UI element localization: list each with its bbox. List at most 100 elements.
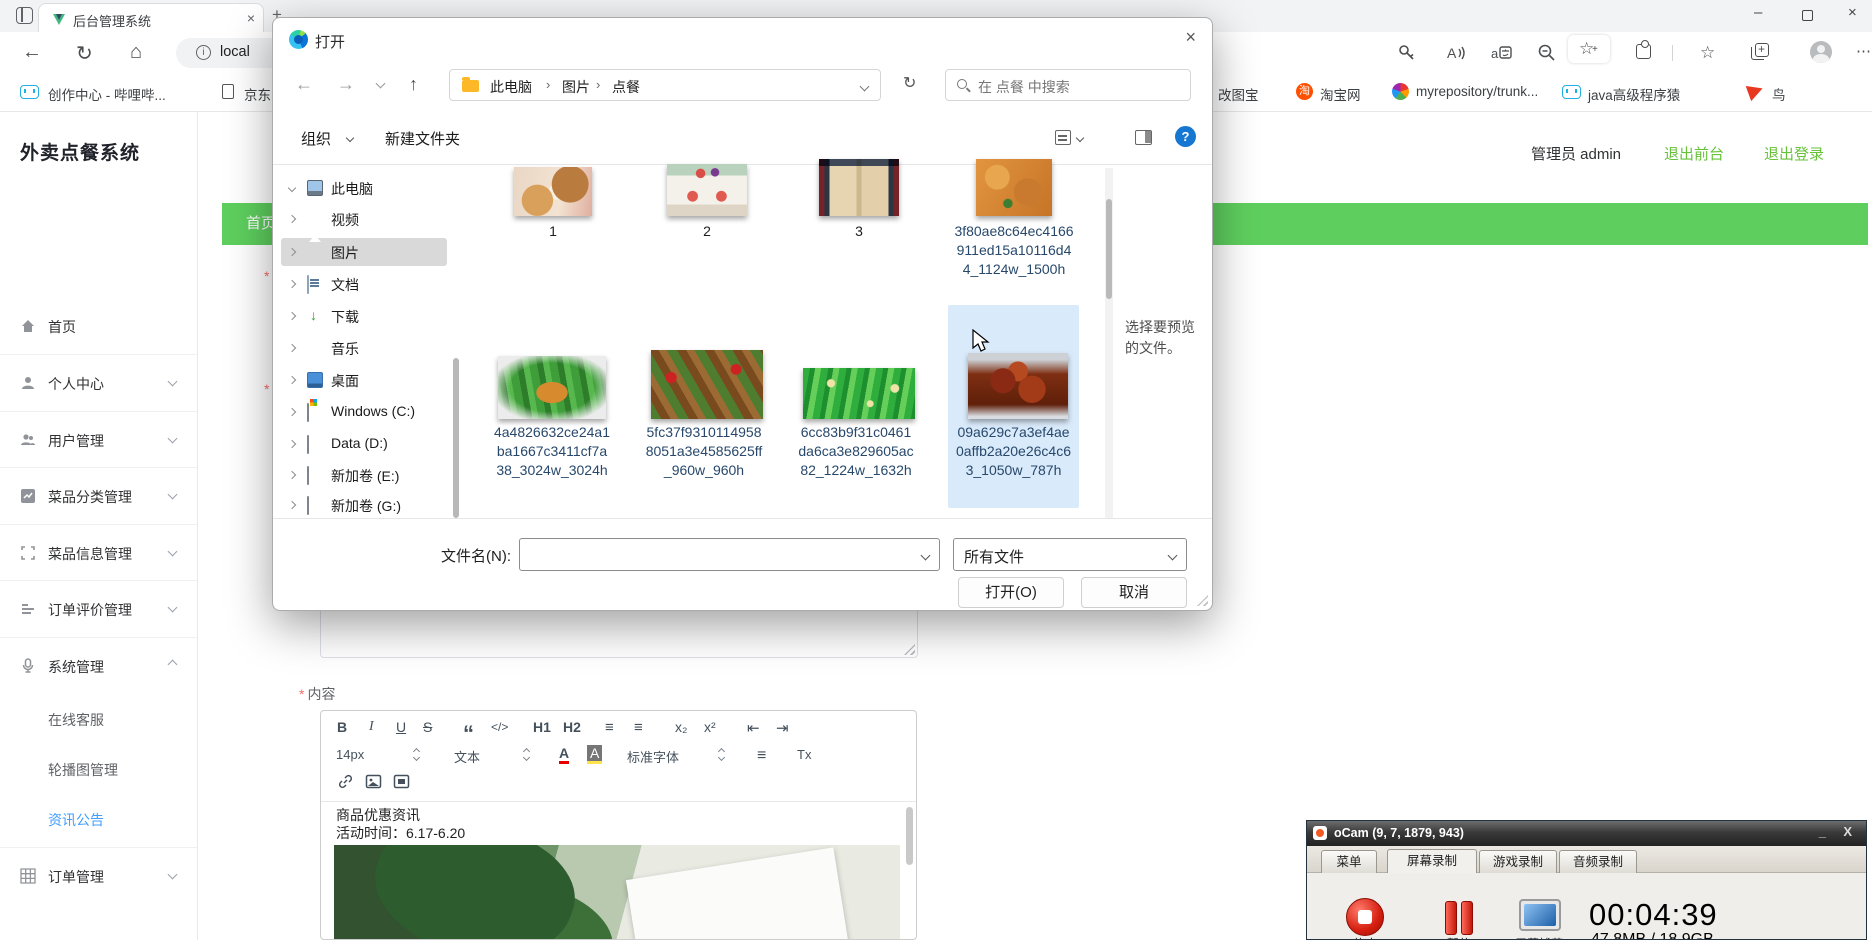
chevron-collapsed-icon[interactable] — [287, 500, 297, 510]
subscript-button[interactable]: x₂ — [675, 719, 687, 735]
profile-avatar[interactable] — [1810, 41, 1832, 63]
tab-close-icon[interactable]: × — [247, 10, 255, 26]
tree-item-documents[interactable]: 文档 — [281, 270, 447, 298]
breadcrumb-diancan[interactable]: 点餐 — [612, 77, 640, 97]
sidebar-item-dish-category[interactable]: 菜品分类管理 — [0, 467, 198, 523]
h1-button[interactable]: H1 — [533, 719, 551, 735]
add-favorite-pill[interactable]: ☆ + — [1568, 35, 1610, 63]
more-menu-icon[interactable]: ⋯ — [1856, 42, 1871, 60]
sidebar-subitem-carousel[interactable]: 轮播图管理 — [48, 760, 118, 780]
exit-front-link[interactable]: 退出前台 — [1664, 143, 1724, 164]
dialog-refresh-icon[interactable]: ↻ — [903, 73, 916, 93]
filename-combobox[interactable] — [519, 538, 940, 571]
change-view-icon[interactable] — [1055, 130, 1071, 145]
file-thumbnail[interactable] — [968, 353, 1068, 419]
collections-icon[interactable] — [1751, 42, 1769, 60]
chevron-collapsed-icon[interactable] — [287, 439, 297, 449]
scrollbar-thumb[interactable] — [1106, 199, 1112, 299]
clear-format-button[interactable]: Tx — [797, 747, 811, 762]
read-aloud-icon[interactable]: A — [1444, 42, 1466, 64]
format-select[interactable]: 文本 — [454, 747, 480, 766]
bold-button[interactable]: B — [337, 719, 347, 735]
help-icon[interactable]: ? — [1175, 126, 1196, 147]
tree-item-downloads[interactable]: 下载 — [281, 302, 447, 330]
textarea-resize-grip[interactable] — [904, 644, 915, 655]
favorites-bar-icon[interactable]: ☆ — [1700, 43, 1715, 63]
breadcrumb-this-pc[interactable]: 此电脑 — [490, 77, 532, 97]
ocam-pause-button[interactable] — [1445, 901, 1475, 935]
format-stepper-icon[interactable] — [522, 747, 532, 762]
sidebar-item-home[interactable]: 首页 — [0, 298, 198, 354]
tree-item-volume-e[interactable]: 新加卷 (E:) — [281, 461, 447, 489]
file-thumbnail[interactable] — [819, 159, 899, 216]
home-icon[interactable]: ⌂ — [130, 41, 142, 64]
size-stepper-icon[interactable] — [412, 747, 422, 762]
tree-item-this-pc[interactable]: 此电脑 — [281, 174, 447, 202]
filename-input[interactable] — [528, 543, 908, 566]
organize-button[interactable]: 组织 — [301, 128, 331, 149]
password-key-icon[interactable] — [1396, 42, 1418, 64]
ocam-tab-screen-record[interactable]: 屏幕录制 — [1387, 849, 1477, 873]
sidebar-item-system[interactable]: 系统管理 — [0, 637, 198, 693]
file-thumbnail[interactable] — [651, 350, 763, 419]
nav-recent-chevron-icon[interactable] — [375, 78, 386, 89]
ocam-stop-button[interactable] — [1346, 898, 1384, 936]
nav-forward-icon[interactable]: → — [337, 74, 355, 95]
tree-item-windows-c[interactable]: Windows (C:) — [281, 398, 447, 426]
family-stepper-icon[interactable] — [717, 747, 727, 762]
window-maximize-button[interactable] — [1802, 10, 1813, 21]
chevron-collapsed-icon[interactable] — [287, 247, 297, 257]
breadcrumb-dropdown-icon[interactable] — [859, 81, 870, 92]
ocam-tab-game-record[interactable]: 游戏录制 — [1479, 850, 1557, 873]
ocam-minimize-button[interactable]: _ — [1819, 824, 1826, 839]
nav-back-icon[interactable]: ← — [295, 74, 313, 95]
text-color-button[interactable]: A — [559, 745, 570, 764]
outdent-button[interactable]: ⇤ — [747, 719, 760, 737]
sidebar-item-dish-info[interactable]: 菜品信息管理 — [0, 524, 198, 580]
chevron-collapsed-icon[interactable] — [287, 214, 297, 224]
superscript-button[interactable]: x² — [704, 719, 716, 735]
dialog-search-box[interactable]: 在 点餐 中搜索 — [945, 69, 1191, 101]
sidebar-item-order-review[interactable]: 订单评价管理 — [0, 580, 198, 636]
tree-scrollbar[interactable] — [453, 358, 459, 518]
filetype-select[interactable]: 所有文件 — [953, 538, 1187, 571]
ocam-tab-menu[interactable]: 菜单 — [1321, 850, 1377, 873]
sidebar-subitem-news-active[interactable]: 资讯公告 — [48, 810, 104, 830]
indent-button[interactable]: ⇥ — [776, 719, 789, 737]
tree-item-data-d[interactable]: Data (D:) — [281, 430, 447, 458]
dialog-resize-grip[interactable] — [1197, 595, 1208, 606]
tree-item-pictures-selected[interactable]: 图片 — [281, 238, 447, 266]
chevron-expanded-icon[interactable] — [287, 183, 297, 193]
file-thumbnail[interactable] — [498, 356, 606, 419]
tree-item-volume-g[interactable]: 新加卷 (G:) — [281, 491, 447, 517]
sidebar-item-users[interactable]: 用户管理 — [0, 411, 198, 467]
window-minimize-button[interactable]: – — [1754, 4, 1762, 21]
h2-button[interactable]: H2 — [563, 719, 581, 735]
tree-item-desktop[interactable]: 桌面 — [281, 366, 447, 394]
extensions-icon[interactable] — [1636, 40, 1651, 59]
file-thumbnail[interactable] — [667, 164, 747, 216]
align-button[interactable]: ≡ — [757, 747, 766, 765]
sidebar-subitem-online-service[interactable]: 在线客服 — [48, 710, 104, 730]
chevron-collapsed-icon[interactable] — [287, 311, 297, 321]
site-info-icon[interactable]: i — [196, 45, 211, 60]
file-thumbnail[interactable] — [803, 368, 915, 419]
browser-tab[interactable]: 后台管理系统 × — [38, 3, 264, 32]
tree-item-videos[interactable]: 视频 — [281, 205, 447, 233]
translate-icon[interactable]: a — [1490, 42, 1512, 64]
back-icon[interactable]: ← — [22, 41, 42, 64]
ocam-close-button[interactable]: X — [1843, 824, 1852, 839]
view-chevron-icon[interactable] — [1075, 133, 1085, 143]
file-thumbnail[interactable] — [976, 159, 1052, 216]
ocam-title-bar[interactable]: oCam (9, 7, 1879, 943) _ X — [1307, 821, 1866, 846]
chevron-collapsed-icon[interactable] — [287, 343, 297, 353]
open-button[interactable]: 打开(O) — [958, 577, 1064, 608]
sidebar-item-order-mgmt[interactable]: 订单管理 — [0, 847, 198, 903]
cancel-button[interactable]: 取消 — [1081, 577, 1187, 608]
new-folder-button[interactable]: 新建文件夹 — [385, 128, 460, 149]
breadcrumb-bar[interactable]: 此电脑 › 图片 › 点餐 — [449, 69, 881, 101]
refresh-icon[interactable]: ↻ — [76, 41, 93, 66]
zoom-out-icon[interactable] — [1536, 42, 1558, 64]
ordered-list-button[interactable]: ≡ — [605, 719, 614, 736]
strike-button[interactable]: S — [423, 719, 432, 735]
